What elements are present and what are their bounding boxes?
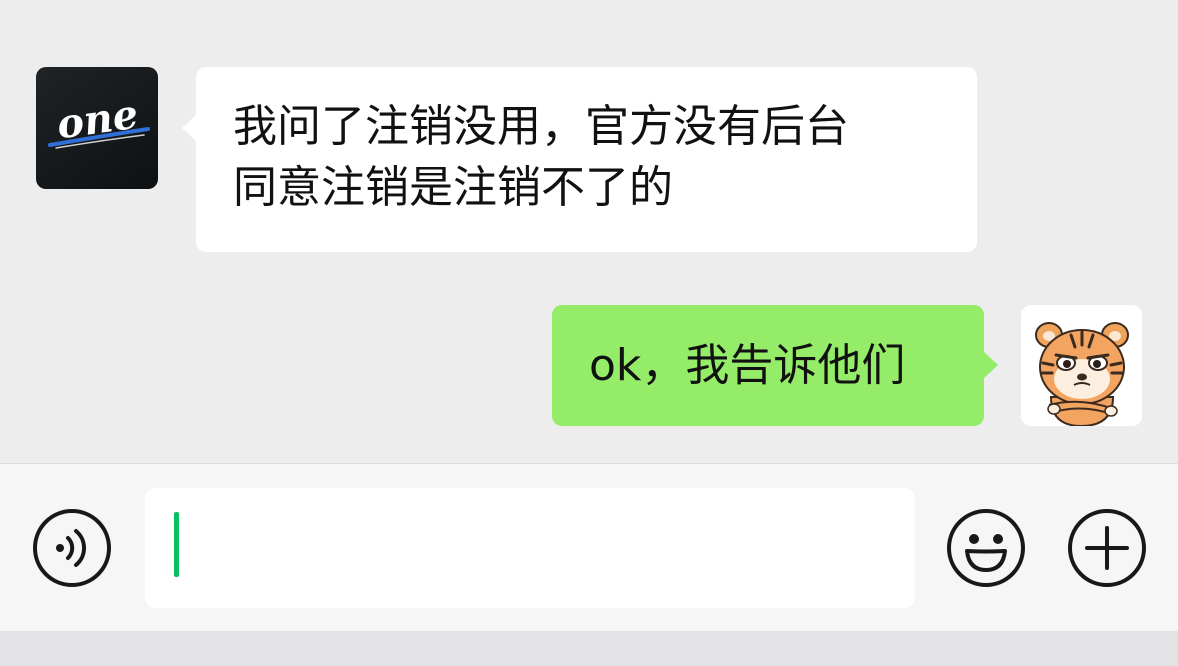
incoming-message-bubble[interactable]: 我问了注销没用，官方没有后台 同意注销是注销不了的 xyxy=(182,67,977,252)
message-text-input[interactable] xyxy=(145,488,915,608)
my-avatar[interactable] xyxy=(1021,305,1142,426)
bubble-tail xyxy=(983,351,998,379)
outgoing-message-bubble[interactable]: ok，我告诉他们 xyxy=(552,305,998,426)
more-actions-button[interactable] xyxy=(1067,508,1147,588)
emoji-icon xyxy=(947,509,1025,587)
voice-icon xyxy=(33,509,111,587)
emoji-button[interactable] xyxy=(946,508,1026,588)
message-text-line: 同意注销是注销不了的 xyxy=(233,162,673,213)
logo-wordmark: one xyxy=(54,91,141,149)
chat-message-area: one 我问了注销没用，官方没有后台 同意注销是注销不了的 ok，我告诉他们 xyxy=(0,0,1178,463)
plus-icon xyxy=(1068,509,1146,587)
message-text-line: 我问了注销没用，官方没有后台 xyxy=(233,101,849,152)
bottom-panel-edge xyxy=(0,631,1178,666)
voice-input-button[interactable] xyxy=(32,508,112,588)
tiger-sticker-icon xyxy=(1035,322,1129,426)
contact-avatar[interactable]: one xyxy=(36,67,158,189)
one-app-logo-icon: one xyxy=(48,91,150,149)
bubble-tail xyxy=(182,114,197,142)
text-cursor xyxy=(174,512,179,577)
message-text: ok，我告诉他们 xyxy=(589,340,906,391)
